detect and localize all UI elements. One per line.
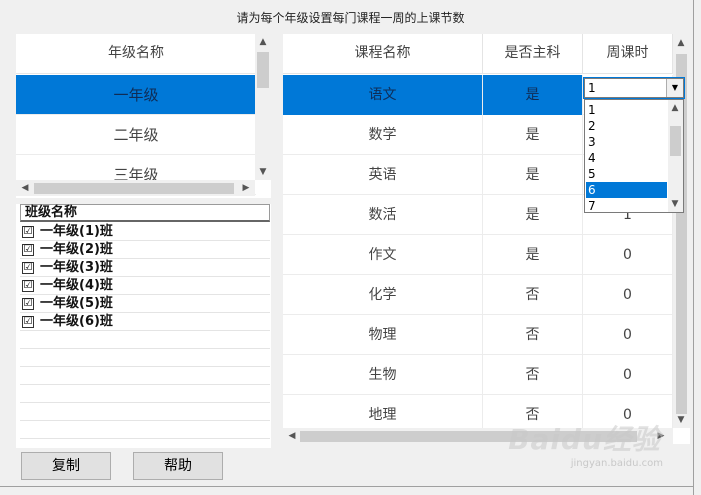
course-name-cell[interactable]: 化学 bbox=[283, 275, 483, 315]
checkbox[interactable]: ☑ bbox=[22, 316, 34, 328]
is-major-cell[interactable]: 是 bbox=[483, 115, 583, 155]
copy-button[interactable]: 复制 bbox=[21, 452, 111, 480]
weekly-hours-combobox[interactable]: 1 ▼ bbox=[583, 77, 685, 99]
is-major-header[interactable]: 是否主科 bbox=[483, 34, 583, 74]
baidu-watermark-logo: Baidu经验 bbox=[508, 423, 661, 456]
course-name-cell[interactable]: 英语 bbox=[283, 155, 483, 195]
is-major-cell[interactable]: 是 bbox=[483, 155, 583, 195]
scroll-up-arrow-icon[interactable]: ▲ bbox=[669, 102, 681, 114]
scroll-down-arrow-icon[interactable]: ▼ bbox=[675, 414, 687, 426]
course-name-cell[interactable]: 数学 bbox=[283, 115, 483, 155]
weekly-hours-cell[interactable]: 0 bbox=[583, 315, 673, 355]
dropdown-arrow-icon[interactable]: ▼ bbox=[666, 79, 683, 97]
scroll-left-arrow-icon[interactable]: ◀ bbox=[286, 430, 298, 442]
class-label: 一年级(2)班 bbox=[40, 242, 113, 257]
dropdown-option[interactable]: 3 bbox=[586, 134, 667, 150]
grade-horizontal-scrollbar[interactable]: ◀ ▶ bbox=[16, 180, 255, 196]
course-name-cell[interactable]: 语文 bbox=[283, 75, 483, 115]
course-name-header[interactable]: 课程名称 bbox=[283, 34, 483, 74]
weekly-hours-dropdown-list[interactable]: 1 2 3 4 5 6 7 ▲ ▼ bbox=[584, 99, 684, 213]
is-major-cell[interactable]: 否 bbox=[483, 315, 583, 355]
dropdown-option[interactable]: 1 bbox=[586, 102, 667, 118]
grade-row-selected[interactable]: 一年级 bbox=[16, 75, 256, 115]
checkbox[interactable]: ☑ bbox=[22, 226, 34, 238]
class-column-header[interactable]: 班级名称 bbox=[20, 204, 270, 222]
scroll-thumb[interactable] bbox=[670, 126, 681, 156]
combobox-value: 1 bbox=[588, 81, 596, 95]
class-label: 一年级(6)班 bbox=[40, 314, 113, 329]
dropdown-option[interactable]: 2 bbox=[586, 118, 667, 134]
dropdown-option[interactable]: 4 bbox=[586, 150, 667, 166]
course-name-cell[interactable]: 物理 bbox=[283, 315, 483, 355]
empty-row bbox=[20, 386, 270, 403]
help-button[interactable]: 帮助 bbox=[133, 452, 223, 480]
class-label: 一年级(4)班 bbox=[40, 278, 113, 293]
course-row[interactable]: 生物 否 0 bbox=[283, 355, 673, 395]
scroll-down-arrow-icon[interactable]: ▼ bbox=[669, 198, 681, 210]
checkbox[interactable]: ☑ bbox=[22, 280, 34, 292]
course-name-cell[interactable]: 生物 bbox=[283, 355, 483, 395]
is-major-cell[interactable]: 是 bbox=[483, 235, 583, 275]
course-row[interactable]: 物理 否 0 bbox=[283, 315, 673, 355]
weekly-hours-header[interactable]: 周课时 bbox=[583, 34, 673, 74]
is-major-cell[interactable]: 否 bbox=[483, 275, 583, 315]
dropdown-scrollbar[interactable]: ▲ ▼ bbox=[668, 100, 683, 212]
is-major-cell[interactable]: 是 bbox=[483, 75, 583, 115]
weekly-hours-cell[interactable]: 0 bbox=[583, 235, 673, 275]
watermark-url: jingyan.baidu.com bbox=[570, 458, 663, 469]
is-major-cell[interactable]: 是 bbox=[483, 195, 583, 235]
course-row[interactable]: 作文 是 0 bbox=[283, 235, 673, 275]
grade-table[interactable]: 年级名称 一年级 二年级 三年级 bbox=[16, 34, 271, 198]
scroll-thumb[interactable] bbox=[257, 52, 269, 88]
window-border-right bbox=[693, 0, 694, 495]
dropdown-option[interactable]: 7 bbox=[586, 198, 667, 212]
class-item[interactable]: ☑ 一年级(2)班 bbox=[20, 242, 270, 259]
empty-row bbox=[20, 404, 270, 421]
is-major-cell[interactable]: 否 bbox=[483, 355, 583, 395]
course-row[interactable]: 化学 否 0 bbox=[283, 275, 673, 315]
course-name-cell[interactable]: 作文 bbox=[283, 235, 483, 275]
empty-row bbox=[20, 350, 270, 367]
empty-row bbox=[20, 422, 270, 439]
checkbox[interactable]: ☑ bbox=[22, 298, 34, 310]
scroll-right-arrow-icon[interactable]: ▶ bbox=[240, 182, 252, 194]
dropdown-option-highlighted[interactable]: 6 bbox=[586, 182, 667, 198]
grade-row[interactable]: 二年级 bbox=[16, 115, 256, 155]
class-item[interactable]: ☑ 一年级(5)班 bbox=[20, 296, 270, 313]
scroll-down-arrow-icon[interactable]: ▼ bbox=[257, 166, 269, 178]
class-item[interactable]: ☑ 一年级(1)班 bbox=[20, 224, 270, 241]
class-item[interactable]: ☑ 一年级(3)班 bbox=[20, 260, 270, 277]
class-label: 一年级(3)班 bbox=[40, 260, 113, 275]
scroll-left-arrow-icon[interactable]: ◀ bbox=[19, 182, 31, 194]
class-item[interactable]: ☑ 一年级(4)班 bbox=[20, 278, 270, 295]
scroll-up-arrow-icon[interactable]: ▲ bbox=[257, 36, 269, 48]
scroll-thumb[interactable] bbox=[34, 183, 234, 194]
instruction-title: 请为每个年级设置每门课程一周的上课节数 bbox=[236, 11, 465, 25]
class-list[interactable]: 班级名称 ☑ 一年级(1)班 ☑ 一年级(2)班 ☑ 一年级(3)班 ☑ 一年级… bbox=[16, 204, 271, 448]
class-label: 一年级(5)班 bbox=[40, 296, 113, 311]
grade-column-header[interactable]: 年级名称 bbox=[16, 34, 256, 74]
class-item[interactable]: ☑ 一年级(6)班 bbox=[20, 314, 270, 331]
weekly-hours-cell[interactable]: 0 bbox=[583, 355, 673, 395]
dropdown-option[interactable]: 5 bbox=[586, 166, 667, 182]
empty-row bbox=[20, 332, 270, 349]
class-label: 一年级(1)班 bbox=[40, 224, 113, 239]
scroll-up-arrow-icon[interactable]: ▲ bbox=[675, 37, 687, 49]
checkbox[interactable]: ☑ bbox=[22, 262, 34, 274]
course-name-cell[interactable]: 数活 bbox=[283, 195, 483, 235]
checkbox[interactable]: ☑ bbox=[22, 244, 34, 256]
weekly-hours-cell[interactable]: 0 bbox=[583, 275, 673, 315]
empty-row bbox=[20, 368, 270, 385]
window-border-bottom bbox=[0, 486, 694, 487]
grade-vertical-scrollbar[interactable]: ▲ ▼ bbox=[255, 34, 271, 180]
